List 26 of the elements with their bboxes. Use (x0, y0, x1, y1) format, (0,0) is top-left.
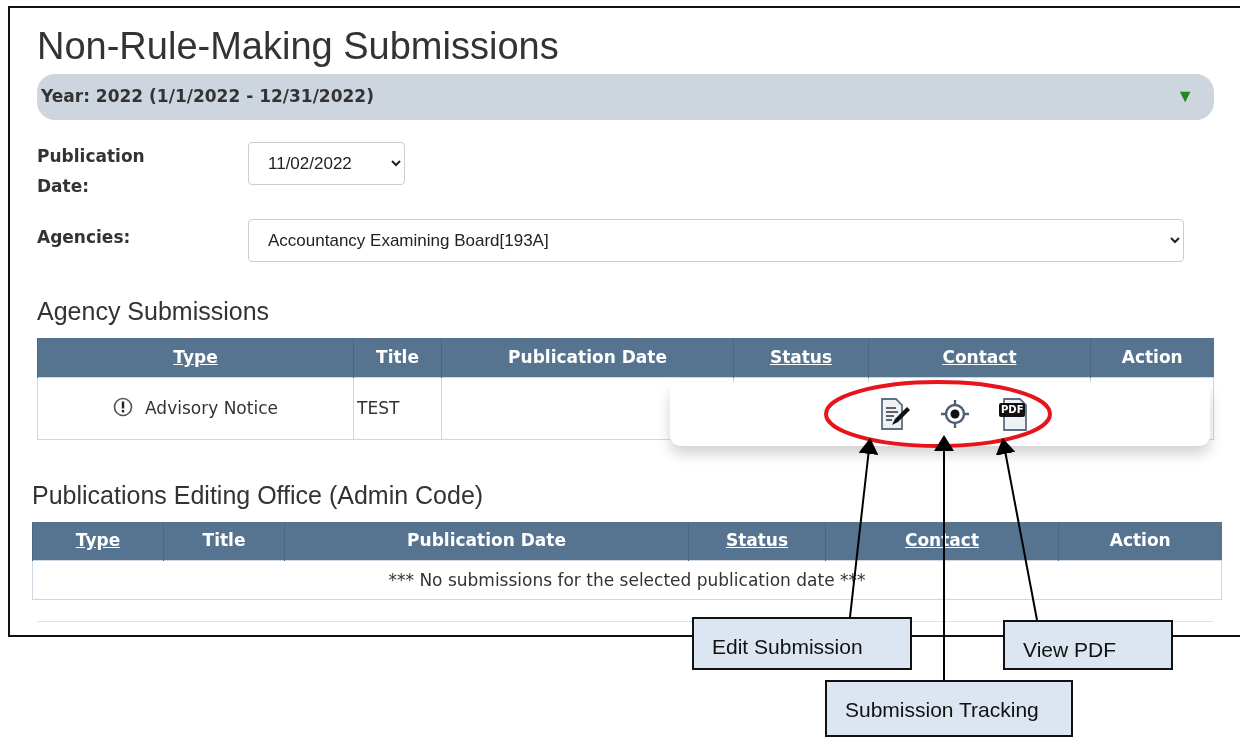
type-text: Advisory Notice (145, 397, 278, 418)
callout-label: Edit Submission (692, 617, 912, 670)
dropdown[interactable]: Accountancy Examining Board[193A] (248, 219, 1184, 263)
sort-link[interactable]: Type (75, 530, 121, 551)
callout-label: Submission Tracking (825, 680, 1073, 737)
field-label: Agencies: (37, 226, 132, 250)
column-header: Title (353, 338, 442, 378)
sort-link[interactable]: Contact (942, 346, 1017, 367)
year-bar[interactable]: Year: 2022 (1/1/2022 - 12/31/2022) ▼ (37, 73, 1214, 120)
column-header: Title (163, 521, 285, 561)
dropdown[interactable]: 11/02/2022 (248, 141, 405, 185)
year-label: Year: 2022 (1/1/2022 - 12/31/2022) (41, 85, 374, 109)
section-heading: Publications Editing Office (Admin Code) (32, 479, 485, 510)
column-header: Action (1058, 521, 1222, 561)
page-title: Non-Rule-Making Submissions (37, 26, 560, 68)
section-heading: Agency Submissions (37, 296, 271, 327)
field-label: Publication Date: (37, 144, 146, 198)
column-header: Action (1090, 338, 1214, 378)
column-header: Publication Date (284, 521, 689, 561)
sort-link[interactable]: Type (173, 346, 218, 367)
column-header: Publication Date (441, 338, 734, 378)
exclamation-icon (113, 396, 134, 417)
collapse-triangle-icon: ▼ (1176, 83, 1194, 111)
callout-label: View PDF (1003, 620, 1173, 670)
table-cell: TEST (353, 377, 442, 440)
edit-document-icon[interactable] (878, 396, 912, 432)
